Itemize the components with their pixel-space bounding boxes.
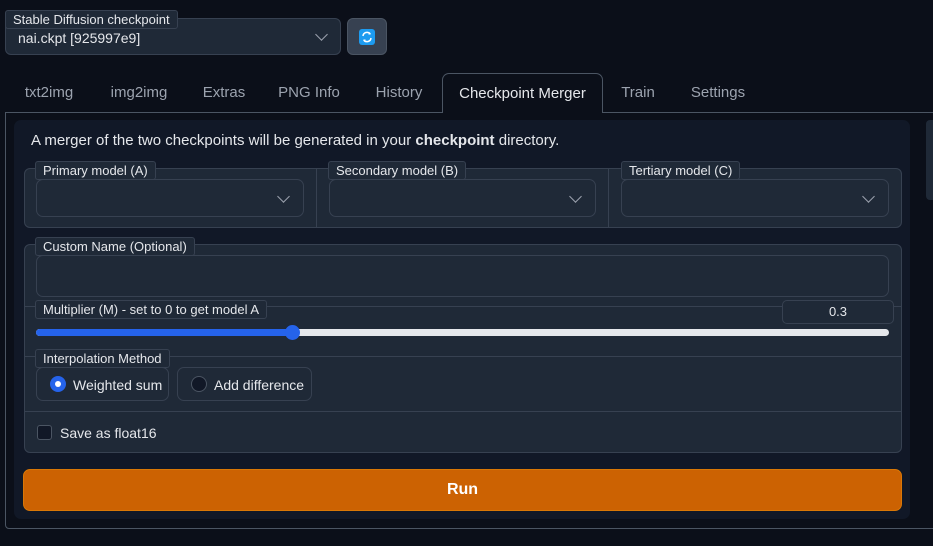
tab-settings[interactable]: Settings xyxy=(676,73,760,112)
checkpoint-word: checkpoint xyxy=(415,132,495,149)
radio-add-difference-label: Add difference xyxy=(214,377,305,393)
refresh-icon xyxy=(359,29,375,45)
run-button[interactable]: Run xyxy=(23,469,902,511)
tab-train[interactable]: Train xyxy=(610,73,666,112)
multiplier-slider-thumb[interactable] xyxy=(284,325,300,340)
primary-model-label: Primary model (A) xyxy=(35,161,156,180)
float16-checkbox[interactable] xyxy=(37,425,52,440)
tab-extras[interactable]: Extras xyxy=(190,73,258,112)
tertiary-model-label: Tertiary model (C) xyxy=(621,161,741,180)
chevron-down-icon xyxy=(569,190,582,203)
radio-selected-icon xyxy=(50,376,66,392)
radio-weighted-sum-label: Weighted sum xyxy=(73,377,163,393)
chevron-down-icon xyxy=(315,28,328,41)
tab-checkpoint-merger[interactable]: Checkpoint Merger xyxy=(442,73,603,113)
float16-label: Save as float16 xyxy=(60,425,157,441)
checkpoint-selected: nai.ckpt [925997e9] xyxy=(18,30,141,46)
multiplier-slider-fill xyxy=(36,329,292,336)
chevron-down-icon xyxy=(862,190,875,203)
tab-txt2img[interactable]: txt2img xyxy=(10,73,88,112)
custom-name-label: Custom Name (Optional) xyxy=(35,237,195,256)
radio-weighted-sum[interactable]: Weighted sum xyxy=(36,367,169,401)
merger-description: A merger of the two checkpoints will be … xyxy=(31,132,560,149)
tertiary-model-dropdown[interactable] xyxy=(621,179,889,217)
divider xyxy=(608,169,609,227)
tab-img2img[interactable]: img2img xyxy=(96,73,182,112)
refresh-button[interactable] xyxy=(347,18,387,55)
secondary-model-dropdown[interactable] xyxy=(329,179,596,217)
custom-name-input[interactable] xyxy=(36,255,889,297)
primary-model-dropdown[interactable] xyxy=(36,179,304,217)
multiplier-slider-track[interactable] xyxy=(36,325,889,340)
tab-history[interactable]: History xyxy=(360,73,438,112)
interpolation-label: Interpolation Method xyxy=(35,349,170,368)
radio-unselected-icon xyxy=(191,376,207,392)
divider xyxy=(25,411,901,412)
scrollbar[interactable] xyxy=(926,120,933,200)
checkpoint-label: Stable Diffusion checkpoint xyxy=(5,10,178,29)
chevron-down-icon xyxy=(277,190,290,203)
secondary-model-label: Secondary model (B) xyxy=(328,161,467,180)
tab-png-info[interactable]: PNG Info xyxy=(266,73,352,112)
multiplier-label: Multiplier (M) - set to 0 to get model A xyxy=(35,300,268,319)
divider xyxy=(316,169,317,227)
radio-add-difference[interactable]: Add difference xyxy=(177,367,312,401)
multiplier-number-input[interactable]: 0.3 xyxy=(782,300,894,324)
